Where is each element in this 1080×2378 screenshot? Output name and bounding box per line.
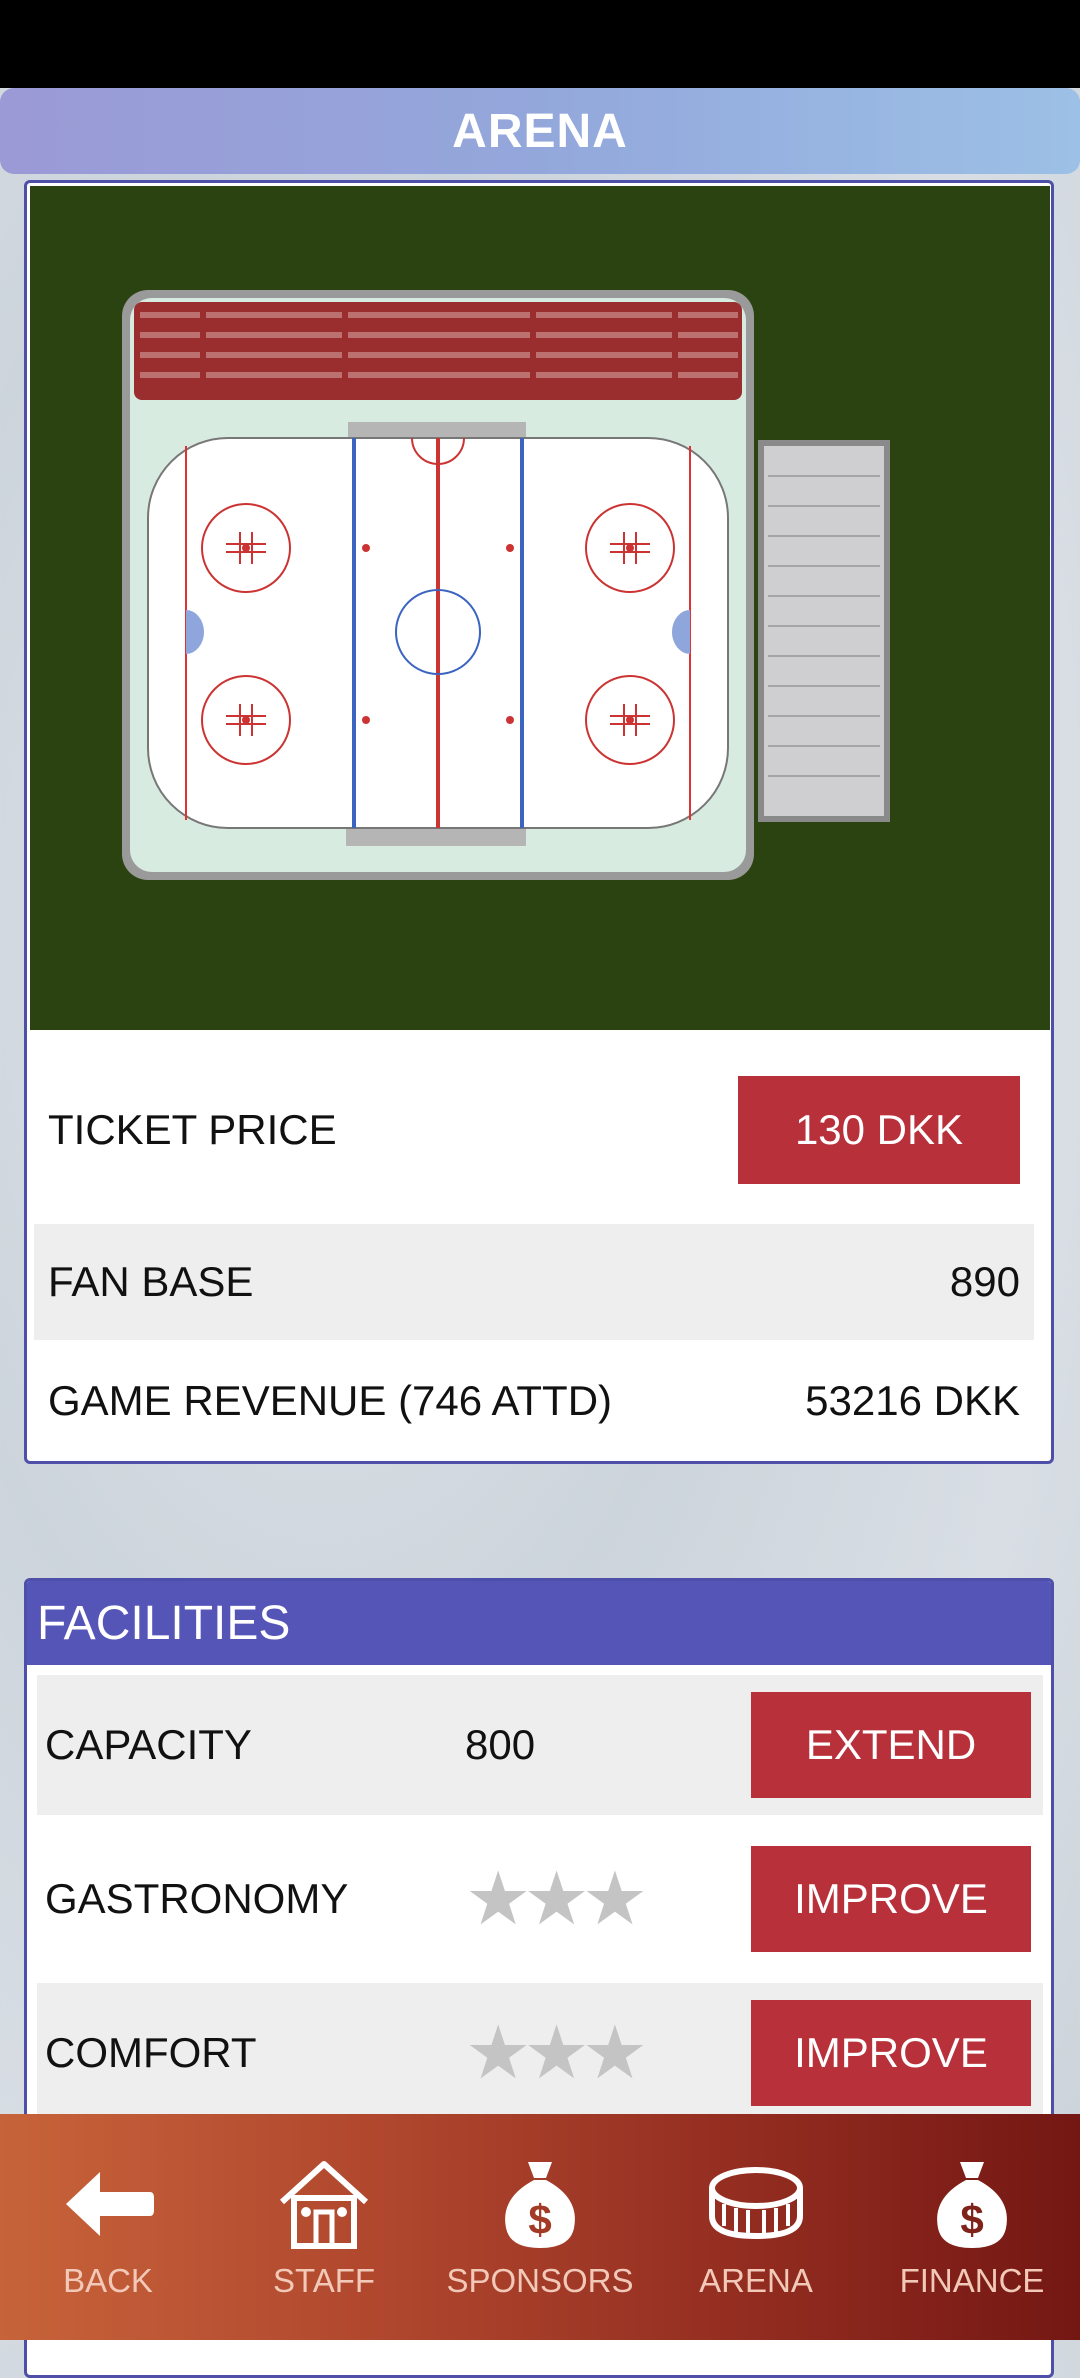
facility-row-gastronomy: GASTRONOMY ★★★ IMPROVE [37,1829,1043,1969]
money-bag-icon: $ [505,2162,575,2248]
nav-back[interactable]: BACK [0,2114,216,2340]
star-icon: ★ [523,2011,589,2094]
nav-label: FINANCE [899,2262,1045,2299]
facility-row-comfort: COMFORT ★★★ IMPROVE [37,1983,1043,2123]
house-icon [279,2161,369,2249]
star-icon: ★ [581,1857,648,1940]
rink-image [30,186,1050,1030]
star-rating: ★★★ [465,2016,745,2090]
star-icon: ★ [581,2011,648,2094]
svg-text:$: $ [528,2196,551,2243]
arena-illustration [30,186,1050,1030]
star-icon: ★ [465,2011,531,2094]
nav-staff[interactable]: STAFF [216,2114,432,2340]
improve-button[interactable]: IMPROVE [751,1846,1031,1952]
nav-arena[interactable]: ARENA [648,2114,864,2340]
star-rating: ★★★ [465,1862,745,1936]
nav-label: BACK [63,2262,153,2299]
svg-text:$: $ [960,2196,983,2243]
facility-label: GASTRONOMY [45,1875,349,1922]
capacity-value: 800 [465,1721,536,1768]
facility-label: COMFORT [45,2029,257,2076]
improve-button[interactable]: IMPROVE [751,2000,1031,2106]
fan-base-value: 890 [949,1258,1020,1305]
fan-base-row: FAN BASE 890 [34,1224,1034,1340]
nav-sponsors[interactable]: $ SPONSORS [432,2114,648,2340]
ticket-price-button[interactable]: 130 DKK [738,1076,1020,1184]
nav-finance[interactable]: $ FINANCE [864,2114,1080,2340]
game-revenue-label: GAME REVENUE (746 ATTD) [48,1377,613,1424]
facility-label: CAPACITY [45,1721,252,1768]
ticket-price-label: TICKET PRICE [48,1106,337,1153]
game-revenue-value: 53216 DKK [805,1377,1020,1424]
ticket-price-row: TICKET PRICE 130 DKK [34,1060,1034,1200]
nav-label: SPONSORS [446,2262,634,2299]
game-revenue-row: GAME REVENUE (746 ATTD) 53216 DKK [34,1344,1034,1458]
star-icon: ★ [465,1857,531,1940]
bottom-nav: BACK STAFF $ SPONSORS ARENA $ FINANCE [0,2114,1080,2340]
facility-row-capacity: CAPACITY 800 EXTEND [37,1675,1043,1815]
page-title: ARENA [0,88,1080,174]
status-bar [0,0,1080,88]
star-icon: ★ [523,1857,589,1940]
stadium-icon [709,2167,803,2240]
arrow-left-icon [66,2172,154,2236]
fan-base-label: FAN BASE [48,1258,254,1305]
extend-button[interactable]: EXTEND [751,1692,1031,1798]
facilities-title: FACILITIES [27,1581,1051,1665]
nav-label: STAFF [272,2262,376,2299]
money-bag-icon: $ [937,2162,1007,2248]
nav-label: ARENA [699,2262,813,2299]
